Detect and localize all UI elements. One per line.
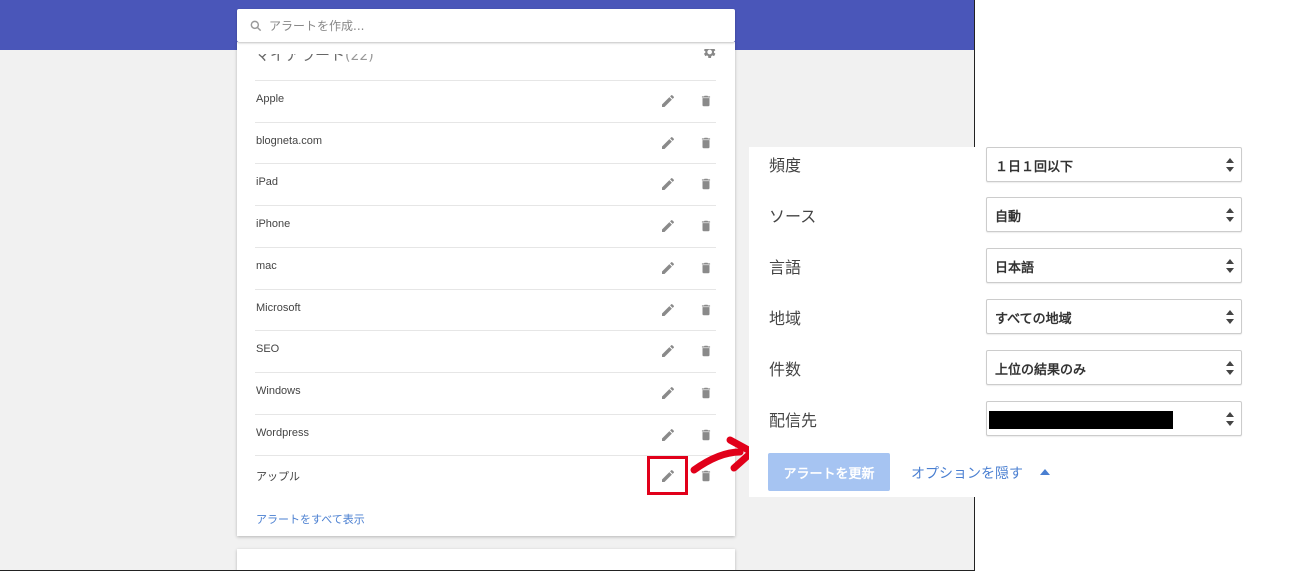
alert-name: アップル bbox=[256, 471, 300, 484]
pencil-icon[interactable] bbox=[660, 260, 676, 276]
alert-name: iPad bbox=[256, 176, 279, 189]
source-select[interactable]: 自動 bbox=[986, 197, 1242, 232]
card-header: マイアラート(22) bbox=[237, 42, 735, 80]
red-arrow-annotation bbox=[690, 436, 756, 474]
highlight-box bbox=[647, 456, 688, 495]
region-select[interactable]: すべての地域 bbox=[986, 299, 1242, 334]
language-select[interactable]: 日本語 bbox=[986, 248, 1242, 283]
alert-name: Apple bbox=[256, 93, 285, 105]
pencil-icon[interactable] bbox=[660, 343, 676, 359]
frequency-select[interactable]: １日１回以下 bbox=[986, 147, 1242, 182]
alert-name: Windows bbox=[256, 384, 301, 397]
redacted-email bbox=[989, 411, 1173, 429]
alert-name: blogneta.com bbox=[256, 134, 323, 147]
alert-row[interactable]: Wordpress bbox=[255, 413, 716, 456]
frequency-value: １日１回以下 bbox=[995, 160, 1074, 175]
frequency-label: 頻度 bbox=[769, 156, 802, 175]
trash-icon[interactable] bbox=[699, 385, 713, 401]
select-arrows-icon bbox=[1226, 259, 1234, 273]
source-label: ソース bbox=[769, 207, 817, 226]
count-select[interactable]: 上位の結果のみ bbox=[986, 350, 1242, 385]
secondary-card bbox=[237, 549, 735, 570]
alert-name: iPhone bbox=[256, 218, 291, 231]
trash-icon[interactable] bbox=[699, 260, 713, 276]
alert-name: mac bbox=[256, 259, 277, 272]
select-arrows-icon bbox=[1226, 208, 1234, 222]
pencil-icon[interactable] bbox=[660, 302, 676, 318]
pencil-icon[interactable] bbox=[660, 385, 676, 401]
alert-row[interactable]: iPhone bbox=[255, 205, 716, 247]
alert-row[interactable]: Windows bbox=[255, 371, 716, 414]
alert-row[interactable]: SEO bbox=[255, 330, 716, 372]
alert-count: (22) bbox=[345, 48, 374, 64]
pencil-icon[interactable] bbox=[660, 176, 676, 192]
language-label: 言語 bbox=[769, 258, 802, 277]
card-title: マイアラート(22) bbox=[255, 46, 374, 65]
deliver-to-select[interactable] bbox=[986, 401, 1242, 436]
trash-icon[interactable] bbox=[699, 176, 713, 192]
select-arrows-icon bbox=[1226, 412, 1234, 426]
count-value: 上位の結果のみ bbox=[995, 363, 1087, 378]
search-bar[interactable] bbox=[237, 9, 735, 42]
alert-row[interactable]: mac bbox=[255, 246, 716, 289]
pencil-icon[interactable] bbox=[660, 427, 676, 443]
select-arrows-icon bbox=[1226, 158, 1234, 172]
alert-name: Microsoft bbox=[256, 301, 301, 314]
alert-name: SEO bbox=[256, 343, 280, 356]
search-icon bbox=[250, 20, 262, 31]
trash-icon[interactable] bbox=[699, 218, 713, 234]
deliver-to-label: 配信先 bbox=[769, 411, 818, 430]
alert-row[interactable]: blogneta.com bbox=[255, 121, 716, 164]
trash-icon[interactable] bbox=[699, 93, 713, 109]
gear-icon[interactable] bbox=[701, 44, 717, 60]
show-all-alerts-link[interactable]: アラートをすべて表示 bbox=[256, 511, 365, 527]
language-value: 日本語 bbox=[995, 261, 1035, 276]
update-alert-button[interactable]: アラートを更新 bbox=[768, 453, 890, 491]
create-alert-input[interactable] bbox=[269, 18, 709, 33]
alert-options-panel: 頻度 １日１回以下 ソース 自動 言語 日本語 地域 すべての地域 件数 上位の… bbox=[749, 147, 1294, 497]
card-title-text: マイアラート bbox=[255, 46, 346, 64]
trash-icon[interactable] bbox=[699, 343, 713, 359]
alert-row[interactable]: Microsoft bbox=[255, 288, 716, 331]
alert-row[interactable]: iPad bbox=[255, 163, 716, 205]
pencil-icon[interactable] bbox=[660, 93, 676, 109]
select-arrows-icon bbox=[1226, 361, 1234, 375]
alert-row[interactable]: Apple bbox=[255, 80, 716, 122]
hide-options-link[interactable]: オプションを隠す bbox=[911, 463, 1023, 483]
trash-icon[interactable] bbox=[699, 135, 713, 151]
select-arrows-icon bbox=[1226, 310, 1234, 324]
source-value: 自動 bbox=[995, 210, 1022, 225]
region-value: すべての地域 bbox=[995, 312, 1072, 327]
region-label: 地域 bbox=[769, 309, 802, 328]
pencil-icon[interactable] bbox=[660, 218, 676, 234]
alert-name: Wordpress bbox=[256, 426, 309, 439]
pencil-icon[interactable] bbox=[660, 135, 676, 151]
trash-icon[interactable] bbox=[699, 302, 713, 318]
caret-up-icon[interactable] bbox=[1040, 468, 1050, 475]
count-label: 件数 bbox=[769, 360, 802, 379]
